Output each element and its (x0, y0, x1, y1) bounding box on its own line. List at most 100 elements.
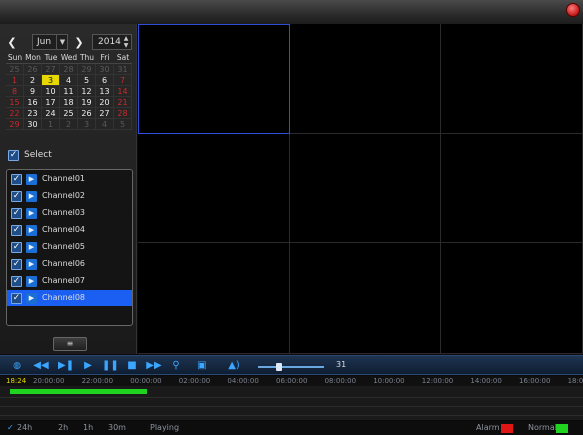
channel-checkbox[interactable]: ✓ (11, 208, 22, 219)
record-icon[interactable]: ◍ (9, 359, 25, 373)
channel-item[interactable]: ✓ ▶ Channel01 (7, 171, 132, 187)
select-all-row[interactable]: ✓ Select (6, 148, 132, 164)
calendar-day[interactable]: 26 (78, 108, 96, 119)
calendar-day[interactable]: 3 (78, 119, 96, 130)
calendar-day[interactable]: 1 (6, 75, 24, 86)
calendar-day[interactable]: 2 (24, 75, 42, 86)
calendar-day[interactable]: 31 (114, 64, 132, 75)
calendar-day[interactable]: 16 (24, 97, 42, 108)
video-tile-4[interactable] (138, 134, 290, 243)
video-tile-5[interactable] (290, 134, 441, 243)
timeline[interactable]: 18:24 20:00:00 22:00:00 00:00:00 02:00:00 04:… (0, 376, 583, 420)
calendar-day[interactable]: 30 (96, 64, 114, 75)
calendar-day[interactable]: 19 (78, 97, 96, 108)
calendar-day[interactable]: 23 (24, 108, 42, 119)
channel-list[interactable]: ✓ ▶ Channel01 ✓ ▶ Channel02 ✓ ▶ Channel03 ✓ ▶ Chann… (6, 169, 133, 326)
calendar-day[interactable]: 20 (96, 97, 114, 108)
calendar-day[interactable]: 22 (6, 108, 24, 119)
channel-checkbox[interactable]: ✓ (11, 242, 22, 253)
calendar-day[interactable]: 3 (42, 75, 60, 86)
next-month-icon[interactable]: ❯ (73, 35, 85, 51)
video-tile-9[interactable] (441, 243, 583, 354)
calendar-day[interactable]: 28 (60, 64, 78, 75)
calendar-day[interactable]: 26 (24, 64, 42, 75)
calendar-day[interactable]: 14 (114, 86, 132, 97)
calendar-day[interactable]: 10 (42, 86, 60, 97)
prev-month-icon[interactable]: ❮ (6, 35, 18, 51)
channel-item[interactable]: ✓ ▶ Channel03 (7, 205, 132, 221)
video-tile-6[interactable] (441, 134, 583, 243)
close-icon[interactable] (566, 3, 580, 17)
list-view-button[interactable]: ≡ (53, 337, 87, 351)
video-tile-1[interactable] (138, 24, 290, 134)
calendar-day[interactable]: 15 (6, 97, 24, 108)
calendar-day[interactable]: 5 (114, 119, 132, 130)
month-select[interactable]: Jun ▼ (32, 34, 68, 50)
channel-checkbox[interactable]: ✓ (11, 276, 22, 287)
calendar-day[interactable]: 28 (114, 108, 132, 119)
channel-play-icon[interactable]: ▶ (26, 276, 37, 287)
video-tile-2[interactable] (290, 24, 441, 134)
zoom-icon[interactable]: ⚲ (168, 359, 184, 373)
calendar-day[interactable]: 9 (24, 86, 42, 97)
fast-forward-icon[interactable]: ▶▶ (146, 359, 162, 373)
calendar-day[interactable]: 24 (42, 108, 60, 119)
calendar-day[interactable]: 18 (60, 97, 78, 108)
video-grid[interactable] (138, 24, 583, 354)
video-tile-3[interactable] (441, 24, 583, 134)
calendar-day[interactable]: 25 (60, 108, 78, 119)
pause-icon[interactable]: ❚❚ (102, 359, 119, 373)
channel-play-icon[interactable]: ▶ (26, 174, 37, 185)
chevron-down-icon[interactable]: ▼ (56, 35, 68, 49)
calendar-day[interactable]: 25 (6, 64, 24, 75)
calendar-day[interactable]: 30 (24, 119, 42, 130)
calendar-day[interactable]: 1 (42, 119, 60, 130)
calendar-day[interactable]: 27 (96, 108, 114, 119)
stop-icon[interactable]: ■ (124, 359, 140, 373)
channel-play-icon[interactable]: ▶ (26, 208, 37, 219)
channel-item[interactable]: ✓ ▶ Channel07 (7, 273, 132, 289)
calendar-day[interactable]: 11 (60, 86, 78, 97)
calendar-day[interactable]: 27 (42, 64, 60, 75)
channel-checkbox[interactable]: ✓ (11, 191, 22, 202)
calendar-day[interactable]: 29 (6, 119, 24, 130)
volume-slider-handle[interactable] (276, 363, 283, 371)
year-spinner[interactable]: 2014 ▲ ▼ (92, 34, 132, 50)
video-tile-7[interactable] (138, 243, 290, 354)
calendar-day[interactable]: 21 (114, 97, 132, 108)
channel-play-icon[interactable]: ▶ (26, 293, 37, 304)
channel-item[interactable]: ✓ ▶ Channel06 (7, 256, 132, 272)
calendar-day[interactable]: 12 (78, 86, 96, 97)
calendar-day[interactable]: 2 (60, 119, 78, 130)
channel-play-icon[interactable]: ▶ (26, 225, 37, 236)
channel-checkbox[interactable]: ✓ (11, 225, 22, 236)
calendar-day[interactable]: 6 (96, 75, 114, 86)
calendar-day[interactable]: 5 (78, 75, 96, 86)
select-all-checkbox[interactable]: ✓ (8, 150, 19, 161)
fast-backward-icon[interactable]: ◀◀ (33, 359, 49, 373)
volume-icon[interactable]: ▲) (226, 359, 242, 373)
channel-checkbox[interactable]: ✓ (11, 259, 22, 270)
recording-segment[interactable] (10, 389, 147, 394)
channel-item[interactable]: ✓ ▶ Channel02 (7, 188, 132, 204)
calendar-day[interactable]: 17 (42, 97, 60, 108)
step-forward-icon[interactable]: ▶❚ (58, 359, 74, 373)
channel-checkbox[interactable]: ✓ (11, 174, 22, 185)
range-1h-button[interactable]: 1h (83, 423, 93, 432)
channel-play-icon[interactable]: ▶ (26, 259, 37, 270)
calendar-day[interactable]: 13 (96, 86, 114, 97)
calendar-day[interactable]: 8 (6, 86, 24, 97)
calendar-day[interactable]: 4 (96, 119, 114, 130)
channel-item[interactable]: ✓ ▶ Channel04 (7, 222, 132, 238)
channel-item[interactable]: ✓ ▶ Channel05 (7, 239, 132, 255)
channel-item[interactable]: ✓ ▶ Channel08 (7, 290, 132, 306)
fullscreen-icon[interactable]: ▣ (194, 359, 210, 373)
channel-play-icon[interactable]: ▶ (26, 191, 37, 202)
range-24h-button[interactable]: 24h (17, 423, 32, 432)
channel-checkbox[interactable]: ✓ (11, 293, 22, 304)
range-2h-button[interactable]: 2h (58, 423, 68, 432)
video-tile-8[interactable] (290, 243, 441, 354)
calendar-day[interactable]: 7 (114, 75, 132, 86)
calendar-day[interactable]: 29 (78, 64, 96, 75)
calendar-day[interactable]: 4 (60, 75, 78, 86)
